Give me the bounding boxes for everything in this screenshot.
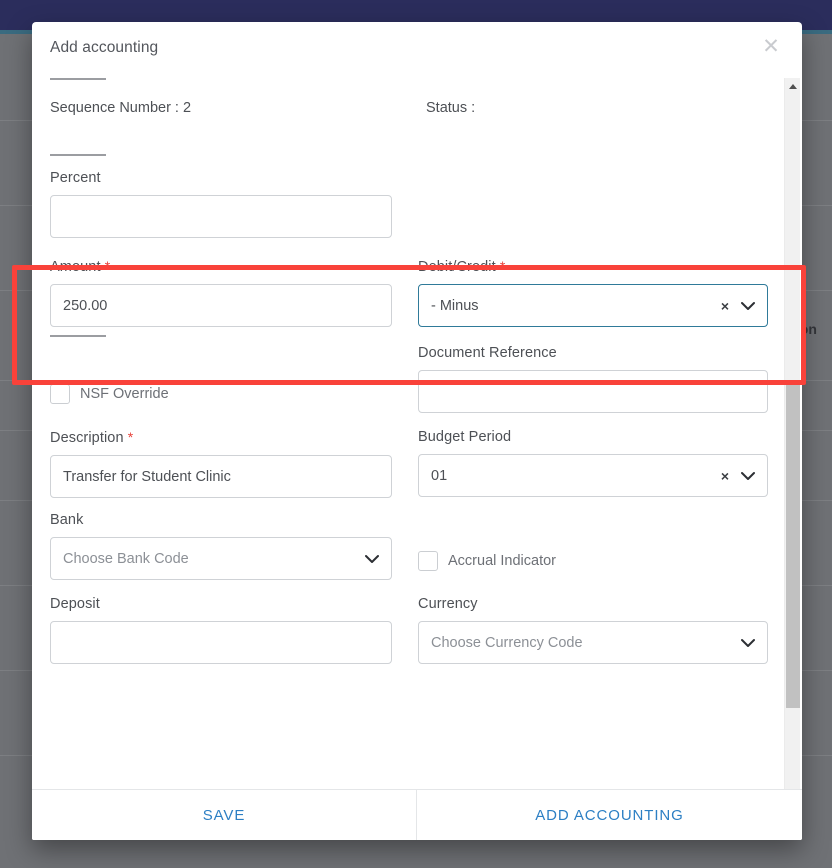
description-label: Description * [50, 429, 392, 446]
document-reference-label: Document Reference [418, 345, 557, 361]
field-group-deposit: Deposit [32, 596, 408, 664]
budget-period-label: Budget Period [418, 429, 512, 445]
debit-credit-select[interactable]: - Minus × [418, 284, 768, 327]
required-marker: * [127, 429, 134, 445]
field-group-amount: Amount * 250.00 [32, 258, 408, 327]
nsf-override-checkbox-row[interactable]: NSF Override [50, 372, 392, 415]
description-input[interactable]: Transfer for Student Clinic [50, 455, 392, 498]
field-group-description: Description * Transfer for Student Clini… [32, 429, 408, 498]
add-accounting-button[interactable]: ADD ACCOUNTING [417, 790, 802, 840]
bank-select[interactable]: Choose Bank Code [50, 537, 392, 580]
close-icon[interactable]: ✕ [758, 34, 784, 60]
debit-credit-label-text: Debit/Credit [418, 259, 496, 275]
description-value: Transfer for Student Clinic [63, 468, 231, 485]
accrual-indicator-checkbox[interactable] [418, 550, 438, 571]
chevron-down-icon[interactable] [365, 554, 379, 563]
field-group-bank: Bank Choose Bank Code [32, 512, 408, 582]
description-label-text: Description [50, 430, 124, 446]
add-accounting-dialog: Add accounting ✕ Sequence Number : 2 Sta… [32, 22, 802, 840]
status-label: Status : [426, 100, 476, 116]
deposit-input[interactable] [50, 621, 392, 664]
currency-label: Currency [418, 596, 478, 612]
row-amount-debit-credit: Amount * 250.00 Debit/Credit * - Minus × [32, 258, 784, 327]
currency-select[interactable]: Choose Currency Code [418, 621, 768, 664]
dialog-title: Add accounting [50, 39, 159, 56]
row-bank-accrual: Bank Choose Bank Code Accrual Indicator [32, 512, 784, 582]
field-group-currency: Currency Choose Currency Code [408, 596, 784, 664]
chevron-down-icon[interactable] [741, 471, 755, 480]
dialog-form: Sequence Number : 2 Status : Percent Amo… [32, 78, 784, 692]
clear-icon[interactable]: × [721, 469, 729, 483]
debit-credit-value: - Minus [431, 297, 479, 314]
dialog-body-scroll-region[interactable]: Sequence Number : 2 Status : Percent Amo… [32, 78, 802, 815]
dialog-footer: SAVE ADD ACCOUNTING [32, 789, 802, 840]
debit-credit-label: Debit/Credit * [418, 258, 768, 275]
accrual-indicator-label: Accrual Indicator [448, 552, 556, 569]
caret-up-icon[interactable] [785, 78, 801, 94]
amount-label: Amount * [50, 258, 392, 275]
deposit-label: Deposit [50, 596, 100, 612]
scrollbar-thumb[interactable] [786, 383, 800, 708]
currency-placeholder: Choose Currency Code [431, 634, 583, 651]
bank-placeholder: Choose Bank Code [63, 550, 189, 567]
nsf-override-label: NSF Override [80, 385, 169, 402]
nsf-override-checkbox[interactable] [50, 383, 70, 404]
amount-input[interactable]: 250.00 [50, 284, 392, 327]
row-percent: Percent [32, 170, 784, 238]
row-description-budget-period: Description * Transfer for Student Clini… [32, 429, 784, 498]
dialog-header: Add accounting ✕ [32, 22, 802, 78]
field-group-percent: Percent [32, 170, 408, 238]
sequence-status-row: Sequence Number : 2 Status : [32, 100, 784, 134]
amount-value: 250.00 [63, 297, 108, 314]
field-group-accrual-indicator: Accrual Indicator [408, 512, 784, 582]
percent-label: Percent [50, 170, 101, 186]
row-nsf-document-reference: NSF Override Document Reference [32, 345, 784, 415]
budget-period-select[interactable]: 01 × [418, 454, 768, 497]
chevron-down-icon[interactable] [741, 638, 755, 647]
required-marker: * [499, 258, 506, 274]
budget-period-value: 01 [431, 467, 448, 484]
required-marker: * [104, 258, 111, 274]
field-group-percent-spacer [408, 170, 784, 238]
bank-label: Bank [50, 512, 84, 528]
chevron-down-icon[interactable] [741, 301, 755, 310]
save-button[interactable]: SAVE [32, 790, 417, 840]
clear-icon[interactable]: × [721, 299, 729, 313]
accrual-indicator-checkbox-row[interactable]: Accrual Indicator [418, 539, 768, 582]
sequence-number-label: Sequence Number : 2 [50, 100, 192, 116]
field-group-budget-period: Budget Period 01 × [408, 429, 784, 498]
field-group-debit-credit: Debit/Credit * - Minus × [408, 258, 784, 327]
amount-label-text: Amount [50, 259, 101, 275]
field-group-nsf-override: NSF Override [32, 345, 408, 415]
field-group-document-reference: Document Reference [408, 345, 784, 415]
percent-input[interactable] [50, 195, 392, 238]
dialog-scrollbar[interactable] [784, 78, 800, 815]
document-reference-input[interactable] [418, 370, 768, 413]
row-deposit-currency: Deposit Currency Choose Currency Code [32, 596, 784, 664]
